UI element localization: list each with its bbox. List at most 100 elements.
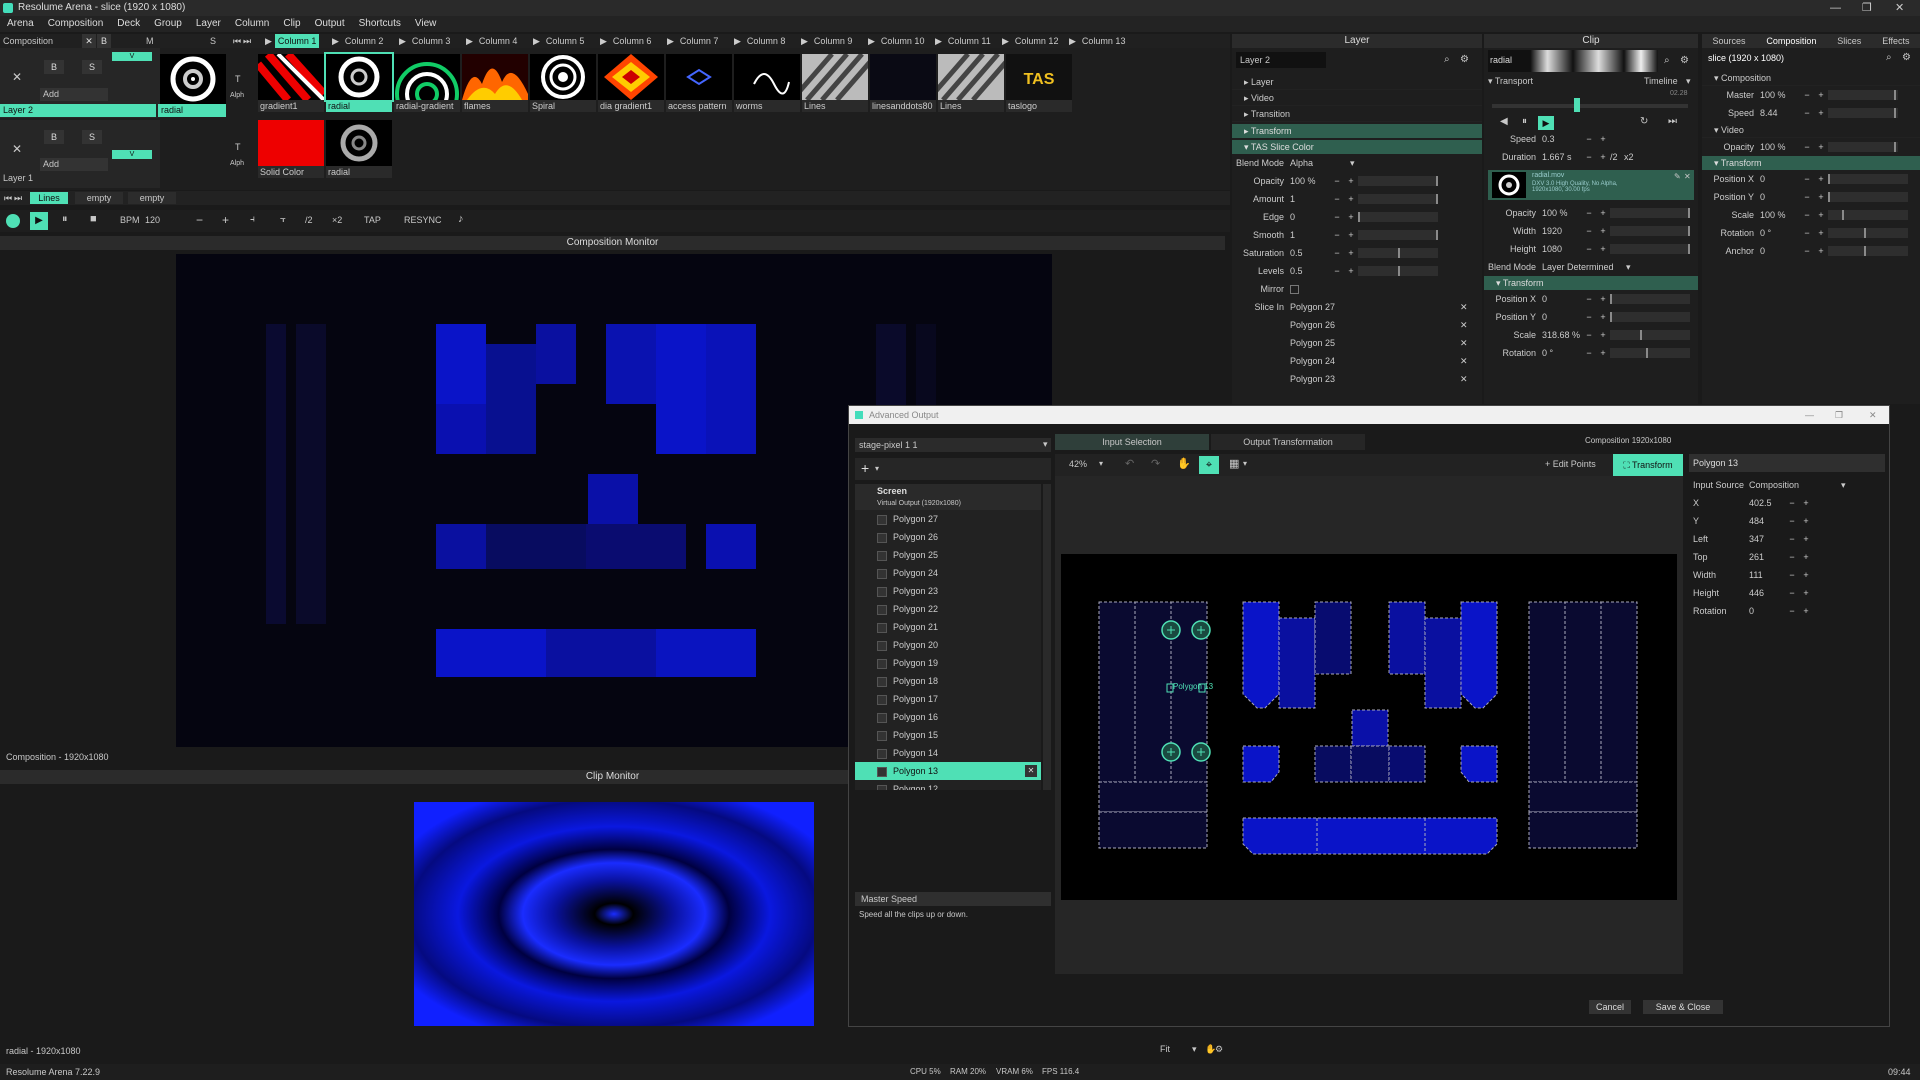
param-slider[interactable] [1610, 330, 1690, 340]
undo-icon[interactable]: ↶ [1125, 457, 1134, 470]
master-decrease-button[interactable]: − [1800, 90, 1814, 100]
speed-increase-button[interactable]: + [1596, 134, 1610, 144]
layer-2-name[interactable]: Layer 2 [0, 104, 156, 117]
polygon-list-item[interactable]: Polygon 22 [855, 600, 1041, 618]
play-button[interactable]: ▶ [30, 212, 48, 230]
prop-increase-button[interactable]: + [1799, 588, 1813, 598]
deck-tab-lines[interactable]: Lines [30, 192, 68, 204]
layer-2-add-dropdown[interactable]: Add [40, 88, 108, 101]
decrease-button[interactable]: − [1330, 266, 1344, 276]
prop-increase-button[interactable]: + [1799, 516, 1813, 526]
column-play-icon[interactable]: ▶ [597, 34, 610, 48]
menu-view[interactable]: View [408, 16, 444, 32]
duration-half-button[interactable]: /2 [1610, 152, 1624, 162]
zoom-chevron-icon[interactable]: ▾ [1099, 459, 1103, 468]
column-tab[interactable]: Column 4 [476, 34, 521, 48]
layer-1-t-button[interactable]: T [235, 142, 241, 152]
decrease-button[interactable]: − [1582, 330, 1596, 340]
remove-slice-icon[interactable]: ✕ [1460, 302, 1468, 313]
edit-points-button[interactable]: + Edit Points [1545, 459, 1596, 469]
clip-slot[interactable]: Solid Color [258, 120, 324, 178]
menu-output[interactable]: Output [308, 16, 352, 32]
decrease-button[interactable]: − [1330, 194, 1344, 204]
composition-b-button[interactable]: B [97, 34, 111, 48]
polygon-list-item[interactable]: Polygon 12 [855, 780, 1041, 790]
menu-composition[interactable]: Composition [41, 16, 111, 32]
remove-slice-icon[interactable]: ✕ [1460, 338, 1468, 349]
pause-icon[interactable]: ⏸ [62, 213, 68, 226]
grid-chevron-icon[interactable]: ▾ [1243, 459, 1247, 468]
stop-icon[interactable]: ■ [90, 213, 97, 225]
column-play-icon[interactable]: ▶ [463, 34, 476, 48]
polygon-list-item[interactable]: Polygon 17 [855, 690, 1041, 708]
param-slider[interactable] [1358, 212, 1438, 222]
snap-icon[interactable]: ⌖ [1199, 456, 1219, 474]
mirror-checkbox[interactable] [1290, 284, 1299, 294]
clip-slot[interactable]: Lines [802, 54, 868, 112]
polygon-list-scrollbar[interactable] [1043, 484, 1051, 790]
layer-2-s-button[interactable]: S [82, 60, 102, 74]
column-play-icon[interactable]: ▶ [865, 34, 878, 48]
column-play-icon[interactable]: ▶ [396, 34, 409, 48]
save-close-button[interactable]: Save & Close [1643, 1000, 1723, 1014]
param-value[interactable]: 1920 [1542, 226, 1582, 236]
gear-icon[interactable]: ⚙ [1460, 54, 1469, 65]
layer-1-alpha-button[interactable]: Alph [230, 160, 244, 167]
column-tab[interactable]: Column 13 [1079, 34, 1129, 48]
grid-icon[interactable]: ▦ [1229, 457, 1239, 470]
param-value[interactable]: 1 [1290, 194, 1330, 204]
param-slider[interactable] [1610, 226, 1690, 236]
master-increase-button[interactable]: + [1814, 90, 1828, 100]
prop-value[interactable]: 261 [1745, 552, 1785, 562]
menu-deck[interactable]: Deck [110, 16, 147, 32]
clip-slot[interactable]: radial-gradient [394, 54, 460, 112]
fit-dropdown-chevron-icon[interactable]: ▾ [1192, 1044, 1197, 1055]
deck-prev-icon[interactable]: ⏮ [4, 191, 12, 205]
clip-gear-icon[interactable]: ⚙ [1680, 55, 1689, 66]
layer-1-add-dropdown[interactable]: Add [40, 158, 108, 171]
comp-speed-decrease-button[interactable]: − [1800, 108, 1814, 118]
speed-decrease-button[interactable]: − [1582, 134, 1596, 144]
column-tab[interactable]: Column 9 [811, 34, 856, 48]
column-play-icon[interactable]: ▶ [999, 34, 1012, 48]
tab-composition[interactable]: Composition [1766, 34, 1816, 48]
close-icon[interactable]: ✕ [1895, 0, 1904, 16]
param-slider[interactable] [1828, 246, 1908, 256]
slice-name[interactable]: Polygon 27 [1290, 302, 1460, 312]
master-slider[interactable] [1828, 90, 1898, 100]
cancel-button[interactable]: Cancel [1589, 1000, 1631, 1014]
clip-pause-icon[interactable]: ⏸ [1522, 116, 1527, 127]
pan-hand-icon[interactable]: ✋ [1177, 457, 1191, 470]
clip-slot[interactable]: worms [734, 54, 800, 112]
prop-increase-button[interactable]: + [1799, 552, 1813, 562]
input-canvas[interactable]: Polygon 13 [1061, 554, 1677, 900]
play-reverse-icon[interactable]: ◀ [1500, 116, 1508, 127]
param-slider[interactable] [1828, 228, 1908, 238]
increase-button[interactable]: + [1814, 210, 1828, 220]
menu-group[interactable]: Group [147, 16, 189, 32]
column-tab[interactable]: Column 2 [342, 34, 387, 48]
tap-button[interactable]: TAP [364, 215, 381, 225]
clip-duration-value[interactable]: 1.667 s [1542, 152, 1582, 162]
clip-slot[interactable]: flames [462, 54, 528, 112]
clip-slot[interactable]: TAS taslogo [1006, 54, 1072, 112]
prop-decrease-button[interactable]: − [1785, 588, 1799, 598]
column-tab[interactable]: Column 12 [1012, 34, 1062, 48]
polygon-list-item[interactable]: Polygon 21 [855, 618, 1041, 636]
clip-slot[interactable]: radial [326, 120, 392, 178]
right-gear-icon[interactable]: ⚙ [1902, 52, 1911, 63]
column-play-icon[interactable]: ▶ [731, 34, 744, 48]
param-value[interactable]: 1080 [1542, 244, 1582, 254]
prop-decrease-button[interactable]: − [1785, 534, 1799, 544]
column-play-icon[interactable]: ▶ [1066, 34, 1079, 48]
clip-blend-select[interactable]: Layer Determined [1542, 262, 1626, 272]
screen-select[interactable]: stage-pixel 1 1 [855, 438, 1051, 452]
prop-value[interactable]: 484 [1745, 516, 1785, 526]
polygon-list-item[interactable]: Polygon 25 [855, 546, 1041, 564]
param-value[interactable]: 100 % [1542, 208, 1582, 218]
tab-sources[interactable]: Sources [1712, 34, 1745, 48]
transport-section[interactable]: ▾ Transport [1488, 76, 1533, 87]
prop-increase-button[interactable]: + [1799, 498, 1813, 508]
clip-slot[interactable]: Lines [938, 54, 1004, 112]
remove-file-icon[interactable]: ✕ [1684, 172, 1691, 181]
